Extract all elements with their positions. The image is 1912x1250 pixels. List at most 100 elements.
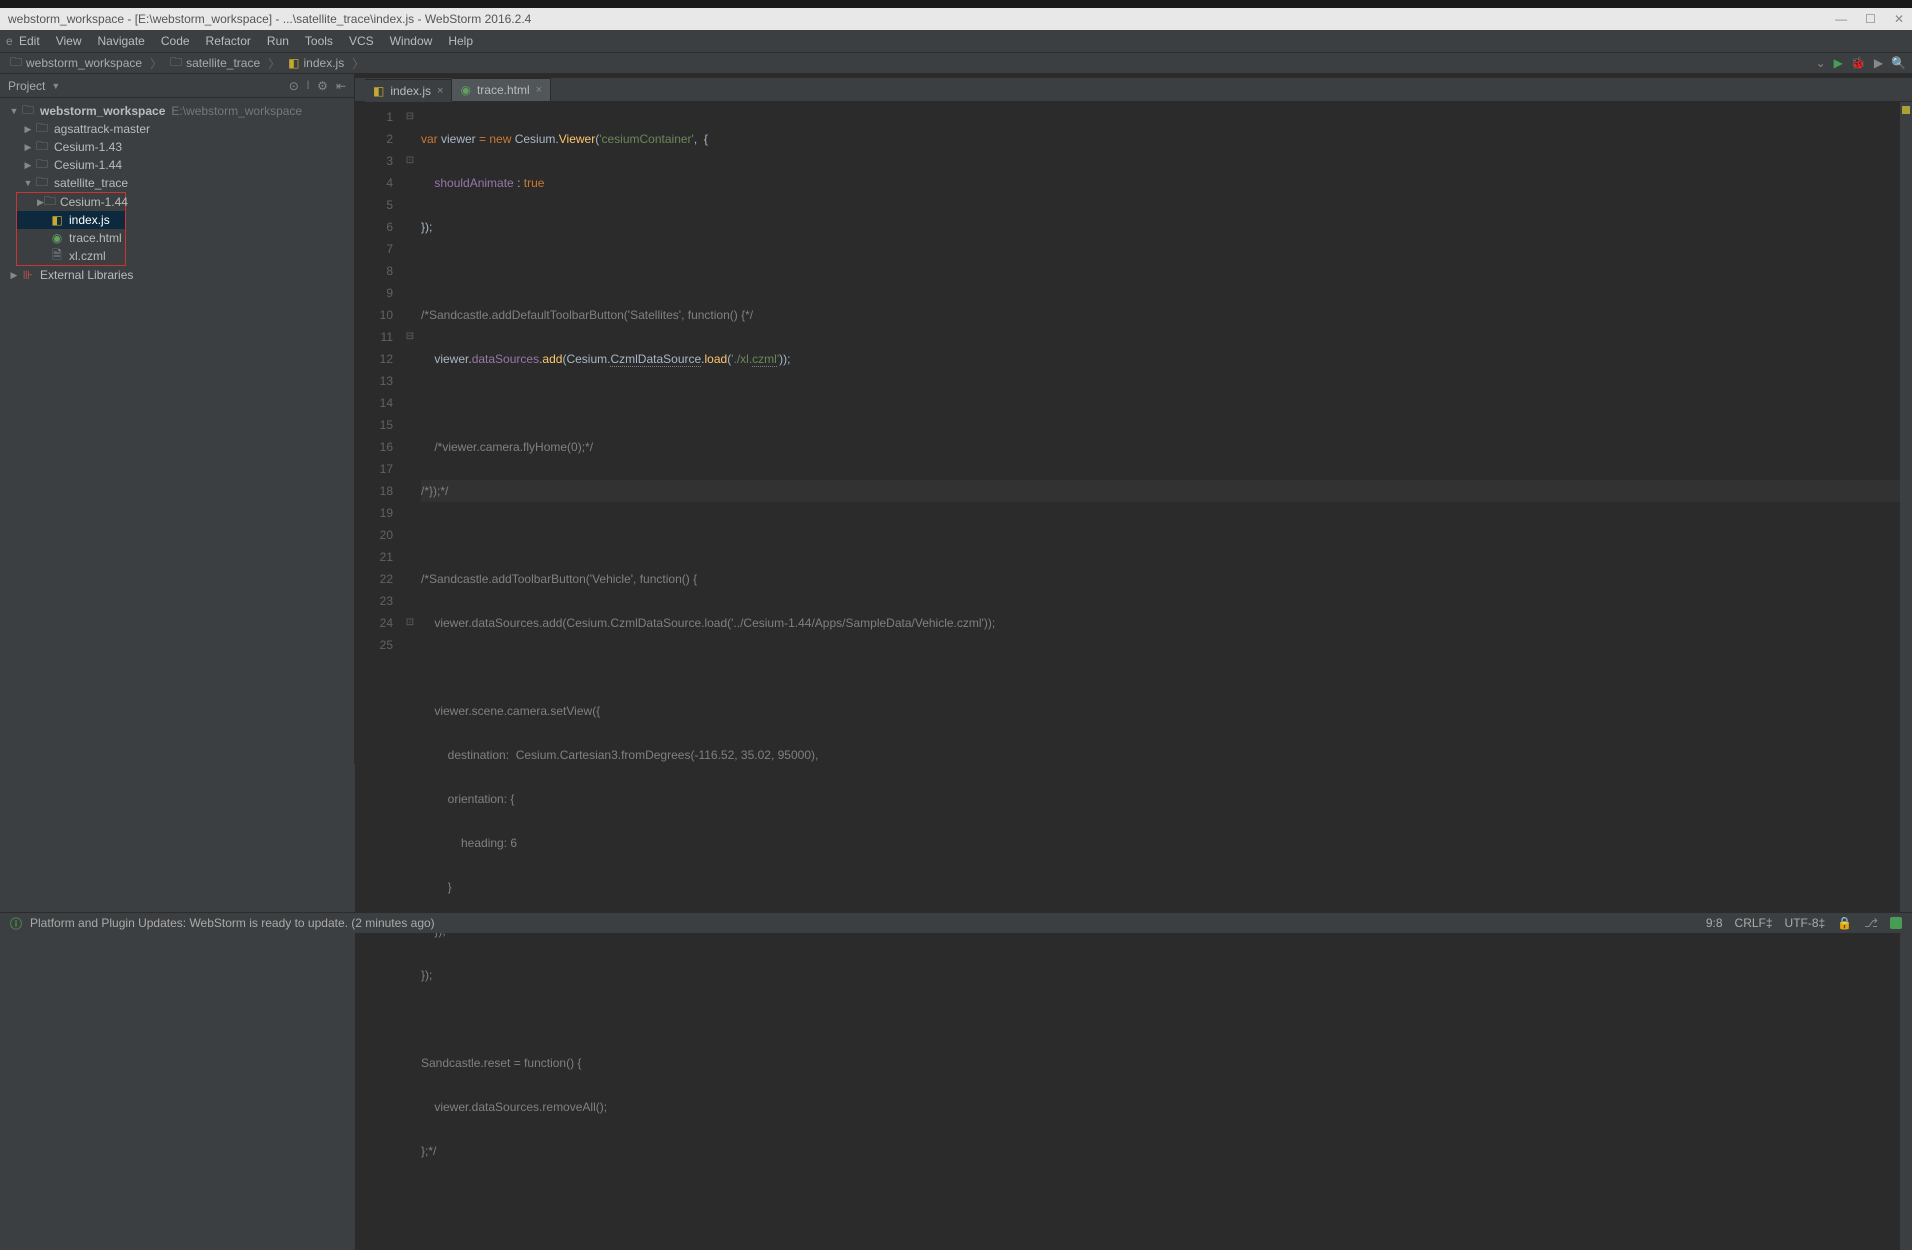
info-icon[interactable]: ⓘ	[10, 915, 22, 932]
editor-tab[interactable]: ◉ trace.html ×	[452, 78, 551, 101]
editor-tabs: ◧ index.js × ◉ trace.html ×	[355, 78, 1912, 102]
tree-label: Cesium-1.44	[54, 158, 122, 172]
js-file-icon: ◧	[49, 213, 65, 227]
status-bar: ⓘ Platform and Plugin Updates: WebStorm …	[0, 912, 1912, 933]
git-icon[interactable]: ⎇	[1864, 916, 1878, 930]
chevron-right-icon: 〉	[268, 55, 280, 72]
menu-tools[interactable]: Tools	[298, 32, 340, 50]
sidebar-title[interactable]: Project	[8, 79, 45, 93]
file-icon: 🗎	[49, 246, 65, 267]
title-bar: webstorm_workspace - [E:\webstorm_worksp…	[0, 8, 1912, 30]
os-taskbar-fragment	[0, 0, 1912, 8]
tree-folder[interactable]: ▶🗀Cesium-1.43	[0, 138, 354, 156]
expand-arrow-icon[interactable]: ▼	[22, 178, 34, 188]
menu-view[interactable]: View	[49, 32, 89, 50]
tree-external-libraries[interactable]: ▶⊪ External Libraries	[0, 266, 354, 284]
editor-area: ◧ index.js × ◉ trace.html × 123456789101…	[355, 74, 1912, 764]
tree-label: External Libraries	[40, 268, 133, 282]
menu-run[interactable]: Run	[260, 32, 296, 50]
menu-bar: e Edit View Navigate Code Refactor Run T…	[0, 30, 1912, 52]
debug-icon[interactable]: 🐞	[1851, 56, 1866, 70]
toolbar-run-controls: ⌄ ▶ 🐞 ▶ 🔍	[1816, 56, 1906, 70]
tree-file[interactable]: 🗎 xl.czml	[17, 247, 125, 265]
folder-icon: 🗀	[44, 192, 56, 213]
folder-icon: 🗀	[170, 53, 182, 74]
breadcrumb-root[interactable]: 🗀 webstorm_workspace 〉	[6, 53, 166, 74]
project-sidebar: Project ▼ ⊙ | ⚙ ⇤ ▼ 🗀 webstorm_workspace…	[0, 74, 355, 764]
expand-arrow-icon[interactable]: ▶	[22, 160, 34, 171]
close-tab-icon[interactable]: ×	[437, 85, 443, 97]
tree-file[interactable]: ◉ trace.html	[17, 229, 125, 247]
highlight-box: ▶🗀Cesium-1.44 ◧ index.js ◉ trace.html 🗎 xl.…	[16, 192, 126, 266]
tree-folder[interactable]: ▶🗀agsattrack-master	[0, 120, 354, 138]
project-tree[interactable]: ▼ 🗀 webstorm_workspace E:\webstorm_works…	[0, 98, 354, 288]
tree-label: xl.czml	[69, 249, 106, 263]
menu-code[interactable]: Code	[154, 32, 197, 50]
sidebar-header: Project ▼ ⊙ | ⚙ ⇤	[0, 74, 354, 98]
tree-label: satellite_trace	[54, 176, 128, 190]
run-icon[interactable]: ▶	[1834, 56, 1843, 70]
menu-vcs[interactable]: VCS	[342, 32, 381, 50]
lock-icon[interactable]: 🔒	[1837, 916, 1852, 930]
chevron-right-icon: 〉	[352, 55, 364, 72]
menu-edit[interactable]: Edit	[12, 32, 47, 50]
fold-gutter[interactable]: ⊟⊡⊟⊡	[403, 102, 417, 1250]
menu-navigate[interactable]: Navigate	[90, 32, 151, 50]
crumb-label: satellite_trace	[186, 56, 260, 70]
menu-window[interactable]: Window	[383, 32, 440, 50]
tree-folder[interactable]: ▼🗀 satellite_trace	[0, 174, 354, 192]
folder-icon: 🗀	[34, 173, 50, 194]
tree-path: E:\webstorm_workspace	[171, 104, 302, 118]
tree-label: webstorm_workspace	[40, 104, 165, 118]
breadcrumb-folder[interactable]: 🗀 satellite_trace 〉	[166, 53, 284, 74]
html-file-icon: ◉	[49, 231, 65, 245]
editor-tab-active[interactable]: ◧ index.js ×	[365, 79, 452, 102]
navigation-bar: 🗀 webstorm_workspace 〉 🗀 satellite_trace…	[0, 52, 1912, 74]
editor-body[interactable]: 1234567891011121314151617181920212223242…	[355, 102, 1912, 1250]
expand-arrow-icon[interactable]: ▼	[8, 106, 20, 116]
crumb-label: webstorm_workspace	[26, 56, 142, 70]
js-file-icon: ◧	[288, 56, 299, 70]
hector-icon[interactable]	[1890, 917, 1902, 929]
file-encoding[interactable]: UTF-8‡	[1785, 916, 1826, 930]
error-stripe[interactable]	[1900, 102, 1912, 1250]
tree-folder[interactable]: ▶🗀Cesium-1.44	[17, 193, 125, 211]
run-config-chevron-icon[interactable]: ⌄	[1816, 56, 1826, 70]
tree-label: trace.html	[69, 231, 122, 245]
tab-label: trace.html	[477, 83, 530, 97]
library-icon: ⊪	[20, 268, 36, 282]
tree-file-selected[interactable]: ◧ index.js	[17, 211, 125, 229]
breadcrumb-file[interactable]: ◧ index.js 〉	[284, 55, 368, 72]
line-separator[interactable]: CRLF‡	[1735, 916, 1773, 930]
expand-arrow-icon[interactable]: ▶	[37, 197, 44, 208]
collapse-icon[interactable]: ⊙	[289, 79, 299, 93]
close-button[interactable]: ✕	[1894, 12, 1904, 26]
close-tab-icon[interactable]: ×	[536, 84, 542, 96]
chevron-down-icon[interactable]: ▼	[51, 81, 60, 91]
window-title: webstorm_workspace - [E:\webstorm_worksp…	[8, 12, 1835, 26]
maximize-button[interactable]: ☐	[1865, 12, 1876, 26]
search-icon[interactable]: 🔍	[1891, 56, 1906, 70]
menu-refactor[interactable]: Refactor	[199, 32, 258, 50]
cursor-position[interactable]: 9:8	[1706, 916, 1723, 930]
line-number-gutter: 1234567891011121314151617181920212223242…	[355, 102, 403, 1250]
code-content[interactable]: var viewer = new Cesium.Viewer('cesiumCo…	[417, 102, 1900, 1250]
chevron-right-icon: 〉	[150, 55, 162, 72]
expand-arrow-icon[interactable]: ▶	[22, 142, 34, 153]
menu-help[interactable]: Help	[441, 32, 480, 50]
coverage-icon[interactable]: ▶	[1874, 56, 1883, 70]
tree-folder[interactable]: ▶🗀Cesium-1.44	[0, 156, 354, 174]
tree-root[interactable]: ▼ 🗀 webstorm_workspace E:\webstorm_works…	[0, 102, 354, 120]
minimize-button[interactable]: —	[1835, 12, 1847, 26]
warning-mark-icon[interactable]	[1902, 106, 1910, 114]
crumb-label: index.js	[304, 56, 345, 70]
tree-label: index.js	[69, 213, 110, 227]
hide-icon[interactable]: ⇤	[336, 79, 346, 93]
tab-label: index.js	[390, 84, 431, 98]
folder-icon: 🗀	[10, 53, 22, 74]
gear-icon[interactable]: ⚙	[317, 79, 328, 93]
expand-arrow-icon[interactable]: ▶	[8, 270, 20, 281]
expand-arrow-icon[interactable]: ▶	[22, 124, 34, 135]
js-file-icon: ◧	[373, 84, 384, 98]
file-menu-cut: e	[6, 34, 10, 48]
